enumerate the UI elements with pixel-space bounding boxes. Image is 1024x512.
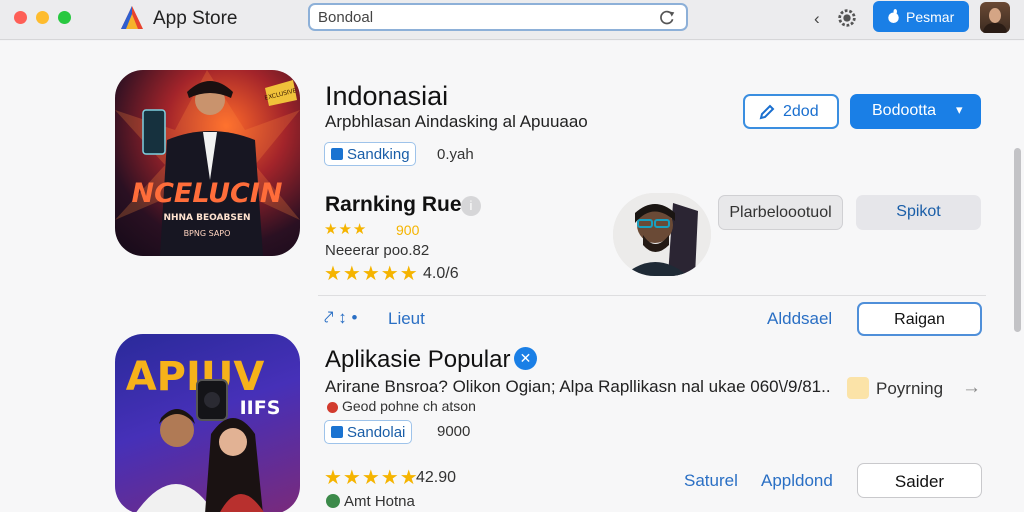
near-text: Neeerar poo.82 (325, 242, 430, 259)
profile-button[interactable]: Plarbeloootuol (718, 195, 843, 230)
creator-photo (613, 193, 711, 276)
star-rating-small: ★★★ (324, 221, 368, 238)
payment-icon (847, 377, 869, 399)
category-badge[interactable]: Sandking (324, 142, 416, 166)
status-text: Geod pohne ch atson (342, 398, 476, 414)
chevron-down-icon: ▾ (956, 102, 963, 117)
checkmark-icon (331, 148, 343, 160)
scrollbar-thumb[interactable] (1014, 148, 1021, 332)
pencil-icon (759, 104, 775, 120)
app-description: Arirane Bnsroa? Olikon Ogian; Alpa Rapll… (325, 377, 831, 396)
app-title-aplikasie: Aplikasie Popular (325, 346, 511, 373)
star-rating: ★★★★★ (324, 263, 419, 285)
app-subtitle: Arpbhlasan Aindasking al Apuuaao (325, 112, 588, 131)
back-icon[interactable]: ‹ (814, 9, 820, 29)
verified-icon: ✕ (514, 347, 537, 370)
checkmark-icon (331, 426, 343, 438)
gear-icon[interactable] (836, 7, 858, 29)
get-app-button[interactable]: Bodootta ▾ (850, 94, 981, 129)
added-link[interactable]: Alddsael (767, 309, 832, 329)
app-icon-artwork: EXCLUSIVE NCELUCIN NHNA BEOABSEN BPNG SA… (115, 70, 300, 256)
download-count: 9000 (437, 423, 471, 440)
avatar-shoulders (983, 23, 1007, 33)
status-dot-icon (327, 402, 338, 413)
zoom-window-button[interactable] (58, 11, 71, 24)
close-window-button[interactable] (14, 11, 27, 24)
star-count-small: 900 (396, 222, 420, 238)
rating-value-2: 42.90 (416, 469, 457, 486)
search-input[interactable]: Bondoal (308, 3, 688, 31)
category-badge-2-label: Sandolai (347, 424, 406, 441)
app-title: App Store (153, 8, 238, 29)
author-icon (326, 494, 340, 508)
title-bar: App Store Bondoal ‹ Pesmar (0, 0, 1024, 40)
app-store-logo-icon (121, 6, 143, 29)
saider-button-label: Saider (894, 472, 945, 491)
spikot-button[interactable]: Spikot (856, 195, 981, 230)
list-link[interactable]: Lieut (388, 309, 425, 329)
minimize-window-button[interactable] (36, 11, 49, 24)
icon-text-main: NCELUCIN (132, 178, 283, 209)
creator-avatar[interactable] (613, 193, 711, 276)
raigan-button[interactable]: Raigan (857, 302, 982, 336)
app-icon-indonasiai[interactable]: EXCLUSIVE NCELUCIN NHNA BEOABSEN BPNG SA… (115, 70, 300, 256)
user-avatar[interactable] (980, 2, 1010, 33)
share-icon-cluster[interactable]: ⤤ ↕ • (324, 308, 357, 328)
icon-text-sub: NHNA BEOABSEN (163, 213, 250, 223)
apple-icon (888, 9, 899, 23)
star-rating-2: ★★★★★ (324, 467, 419, 489)
secondary-action-button[interactable]: 2dod (743, 94, 839, 129)
get-app-label: Bodootta (872, 102, 937, 119)
app-title-indonasiai: Indonasiai (325, 81, 449, 111)
paying-label[interactable]: Poyrning (876, 379, 943, 399)
store-account-button[interactable]: Pesmar (873, 1, 969, 32)
refresh-icon[interactable] (659, 9, 676, 26)
link-saturel[interactable]: Saturel (684, 471, 738, 491)
link-appldond[interactable]: Appldond (761, 471, 833, 491)
icon2-text-side: IIFS (240, 397, 281, 419)
ranking-title: Rarnking Rues (325, 193, 474, 216)
spikot-button-label: Spikot (896, 203, 941, 220)
app-icon-aplikasie[interactable]: APIUV IIFS (115, 334, 300, 512)
category-badge-2[interactable]: Sandolai (324, 420, 412, 444)
author-name[interactable]: Amt Hotna (344, 493, 415, 510)
search-value: Bondoal (318, 9, 374, 26)
profile-button-label: Plarbeloootuol (729, 204, 832, 221)
rating-value: 4.0/6 (423, 265, 459, 282)
avatar-face (989, 8, 1001, 23)
store-button-label: Pesmar (906, 9, 955, 25)
secondary-action-label: 2dod (783, 103, 819, 120)
icon-text-small: BPNG SAPO (184, 229, 231, 238)
icon2-text-main: APIUV (126, 354, 265, 400)
section-divider (318, 295, 986, 296)
saider-button[interactable]: Saider (857, 463, 982, 498)
info-icon[interactable]: i (461, 196, 481, 216)
arrow-right-icon[interactable]: → (962, 377, 981, 399)
category-badge-label: Sandking (347, 146, 410, 163)
app-icon-artwork-2: APIUV IIFS (126, 354, 281, 512)
raigan-button-label: Raigan (894, 311, 945, 328)
app-size: 0.yah (437, 146, 474, 163)
